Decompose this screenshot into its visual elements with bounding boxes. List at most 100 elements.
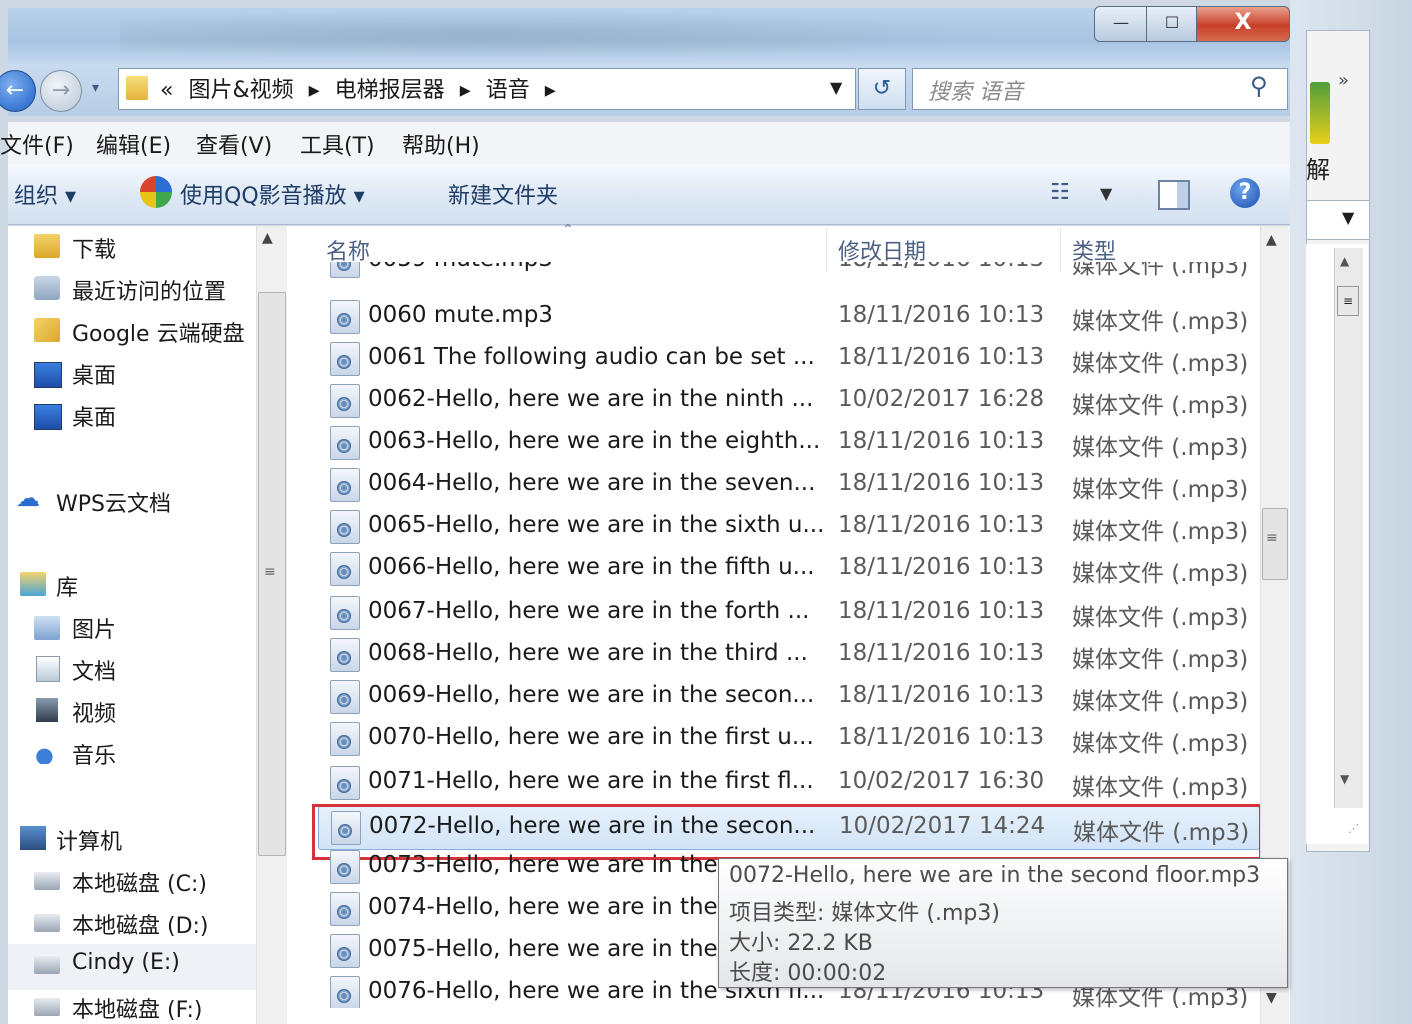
breadcrumb-item[interactable]: 图片&视频 [188,78,293,103]
chevron-icon[interactable]: » [1338,70,1349,91]
nav-item-library[interactable]: 库 [56,570,78,602]
file-name: 0073-Hello, here we are in the [368,852,718,878]
file-date: 18/11/2016 10:13 [838,724,1045,750]
scroll-up-icon[interactable]: ▲ [1266,232,1277,248]
audio-file-icon [330,638,360,672]
audio-file-icon [330,426,360,460]
nav-item-drive-d[interactable]: 本地磁盘 (D:) [72,908,209,940]
forward-button[interactable]: → [40,70,82,112]
minimize-button[interactable]: — [1094,6,1148,42]
breadcrumb-separator-icon[interactable]: ▸ [309,78,320,103]
table-row[interactable]: 0070-Hello, here we are in the first u..… [318,718,1258,760]
file-type: 媒体文件 (.mp3) [1072,689,1249,715]
file-name: 0063-Hello, here we are in the eighth... [368,428,821,454]
nav-item-drive-c[interactable]: 本地磁盘 (C:) [72,866,207,898]
file-date: 18/11/2016 10:13 [838,682,1045,708]
preview-pane-icon[interactable] [1158,180,1190,210]
file-name: 0069-Hello, here we are in the secon... [368,682,815,708]
breadcrumb-item[interactable]: 电梯报层器 [335,78,445,103]
background-dropdown[interactable] [1306,200,1370,240]
new-folder-button[interactable]: 新建文件夹 [448,178,558,210]
nav-item-wps-cloud[interactable]: WPS云文档 [56,486,171,518]
background-scroll-thumb[interactable]: ≡ [1337,286,1359,316]
nav-item-pictures[interactable]: 图片 [72,612,116,644]
play-with-button[interactable]: 使用QQ影音播放 ▾ [180,178,365,210]
file-name: 0059 mute.mp3 [368,262,553,272]
file-type: 媒体文件 (.mp3) [1072,519,1249,545]
help-icon[interactable]: ? [1230,178,1260,208]
table-row[interactable]: 0071-Hello, here we are in the first fl.… [318,762,1258,804]
file-date: 18/11/2016 10:13 [838,598,1045,624]
table-row[interactable]: 0063-Hello, here we are in the eighth...… [318,422,1258,464]
folder-icon [126,76,148,100]
nav-item-desktop[interactable]: 桌面 [72,358,116,390]
table-row[interactable]: 0069-Hello, here we are in the secon... … [318,676,1258,718]
table-row[interactable]: 0065-Hello, here we are in the sixth u..… [318,506,1258,548]
file-type: 媒体文件 (.mp3) [1072,309,1249,335]
nav-item-drive-e[interactable]: Cindy (E:) [72,950,180,975]
audio-file-icon [330,262,360,278]
file-type: 媒体文件 (.mp3) [1072,605,1249,631]
menu-file[interactable]: 文件(F) [0,128,74,160]
maximize-button[interactable]: ☐ [1146,6,1198,42]
nav-item-downloads[interactable]: 下载 [72,232,116,264]
nav-item-music[interactable]: 音乐 [72,738,116,770]
nav-item-google-drive[interactable]: Google 云端硬盘 [72,316,245,348]
title-bar-glass [120,10,1020,60]
table-row[interactable]: 0064-Hello, here we are in the seven... … [318,464,1258,506]
organize-button[interactable]: 组织 ▾ [14,178,76,210]
view-options-icon[interactable]: ☷ [1050,180,1080,206]
audio-file-icon [330,510,360,544]
history-dropdown-icon[interactable]: ▾ [92,80,99,96]
scroll-down-icon[interactable]: ▼ [1266,990,1277,1006]
nav-item-drive-f[interactable]: 本地磁盘 (F:) [72,992,203,1024]
breadcrumb-overflow[interactable]: « [160,78,173,103]
refresh-button[interactable]: ↺ [858,68,906,110]
audio-file-icon [330,976,360,1008]
breadcrumb-item[interactable]: 语音 [486,78,530,103]
menu-tools[interactable]: 工具(T) [300,128,375,160]
documents-icon [36,656,60,682]
resize-grip-icon[interactable]: ⋰ [1348,822,1359,835]
menu-edit[interactable]: 编辑(E) [96,128,171,160]
pictures-icon [34,616,60,640]
scroll-up-icon[interactable]: ▲ [1340,254,1349,268]
breadcrumb-separator-icon[interactable]: ▸ [460,78,471,103]
file-name: 0071-Hello, here we are in the first fl.… [368,768,814,794]
table-row[interactable]: 0067-Hello, here we are in the forth ...… [318,592,1258,634]
google-drive-icon [34,318,60,342]
search-icon[interactable]: ⚲ [1250,72,1268,100]
table-row[interactable]: 0059 mute.mp3 18/11/2016 10:13 媒体文件 (.mp… [318,262,1258,286]
audio-file-icon [330,468,360,502]
scroll-down-icon[interactable]: ▼ [1340,772,1349,786]
file-type: 媒体文件 (.mp3) [1072,561,1249,587]
table-row[interactable]: 0061 The following audio can be set ... … [318,338,1258,380]
close-button[interactable]: X [1196,6,1290,42]
table-row[interactable]: 0068-Hello, here we are in the third ...… [318,634,1258,676]
address-dropdown-icon[interactable]: ▼ [830,78,842,97]
table-row[interactable]: 0066-Hello, here we are in the fifth u..… [318,548,1258,590]
menu-help[interactable]: 帮助(H) [402,128,480,160]
file-date: 18/11/2016 10:13 [838,470,1045,496]
audio-file-icon [330,766,360,800]
nav-item-desktop-2[interactable]: 桌面 [72,400,116,432]
breadcrumb[interactable]: « 图片&视频 ▸ 电梯报层器 ▸ 语音 ▸ [160,72,564,104]
recent-places-icon [34,276,60,300]
file-type: 媒体文件 (.mp3) [1072,477,1249,503]
nav-item-documents[interactable]: 文档 [72,654,116,686]
nav-item-computer[interactable]: 计算机 [56,824,122,856]
background-scrollbar[interactable] [1334,248,1363,808]
drive-icon [34,998,60,1016]
breadcrumb-separator-icon[interactable]: ▸ [545,78,556,103]
file-name: 0075-Hello, here we are in the [368,936,718,962]
table-row[interactable]: 0060 mute.mp3 18/11/2016 10:13 媒体文件 (.mp… [318,296,1258,338]
scroll-up-icon[interactable]: ▲ [262,230,273,246]
computer-icon [20,826,46,850]
view-dropdown-icon[interactable]: ▼ [1100,184,1112,203]
nav-item-videos[interactable]: 视频 [72,696,116,728]
sort-ascending-icon: ⌃ [562,222,574,238]
nav-item-recent[interactable]: 最近访问的位置 [72,274,226,306]
tooltip-size: 大小: 22.2 KB [729,931,873,956]
table-row[interactable]: 0062-Hello, here we are in the ninth ...… [318,380,1258,422]
menu-view[interactable]: 查看(V) [196,128,272,160]
